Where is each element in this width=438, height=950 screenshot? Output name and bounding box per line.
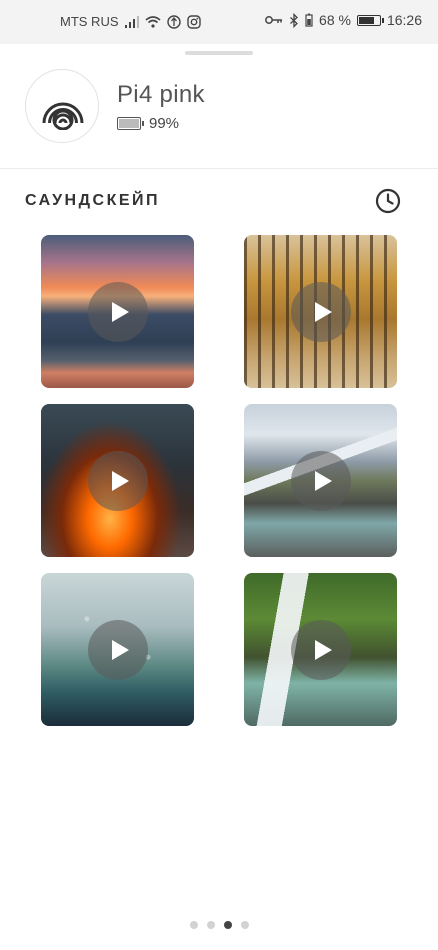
- device-battery-fill: [119, 119, 139, 128]
- play-icon: [111, 470, 129, 491]
- play-button[interactable]: [87, 619, 148, 680]
- play-button[interactable]: [87, 281, 148, 342]
- page-indicator: [190, 921, 249, 929]
- device-waves-icon: [42, 102, 84, 130]
- battery-icon: [305, 13, 313, 27]
- play-icon: [111, 301, 129, 322]
- data-saver-icon: [166, 14, 181, 29]
- device-battery: 99%: [117, 115, 179, 132]
- play-icon: [111, 639, 129, 660]
- sheet-handle[interactable]: [185, 51, 253, 55]
- page-dot[interactable]: [207, 921, 215, 929]
- play-icon: [314, 639, 332, 660]
- bluetooth-icon: [290, 12, 298, 28]
- wifi-icon: [144, 15, 161, 28]
- soundscape-tile-autumn-forest[interactable]: [244, 235, 397, 388]
- play-button[interactable]: [290, 281, 351, 342]
- signal-icon: [124, 15, 139, 28]
- soundscape-tile-campfire[interactable]: [41, 404, 194, 557]
- clock-icon: [375, 188, 401, 214]
- soundscape-tile-waterfall[interactable]: [244, 573, 397, 726]
- battery-fill: [358, 16, 374, 24]
- play-button[interactable]: [87, 450, 148, 511]
- history-button[interactable]: [375, 188, 401, 214]
- soundscape-tile-mountain-river[interactable]: [244, 404, 397, 557]
- soundscape-tile-rain-window[interactable]: [41, 573, 194, 726]
- page-dot[interactable]: [224, 921, 232, 929]
- key-icon: [265, 16, 283, 24]
- device-battery-label: 99%: [149, 115, 180, 132]
- clock: 16:26: [386, 12, 422, 28]
- page-dot[interactable]: [241, 921, 249, 929]
- page-dot[interactable]: [190, 921, 198, 929]
- play-button[interactable]: [290, 450, 351, 511]
- instagram-icon: [186, 14, 201, 29]
- play-icon: [314, 470, 332, 491]
- section-title: САУНДСКЕЙП: [25, 192, 160, 209]
- status-bar: MTS RUS 68 % 16:26: [0, 0, 438, 44]
- battery-percent: 68 %: [319, 12, 351, 28]
- device-name: Pi4 pink: [117, 81, 205, 108]
- divider: [0, 168, 438, 169]
- device-logo: [25, 69, 99, 143]
- carrier-label: MTS RUS: [60, 14, 119, 29]
- soundscape-tile-sunset-sea[interactable]: [41, 235, 194, 388]
- battery-level-icon: [356, 14, 384, 26]
- play-button[interactable]: [290, 619, 351, 680]
- device-battery-icon: [117, 117, 144, 130]
- play-icon: [314, 301, 332, 322]
